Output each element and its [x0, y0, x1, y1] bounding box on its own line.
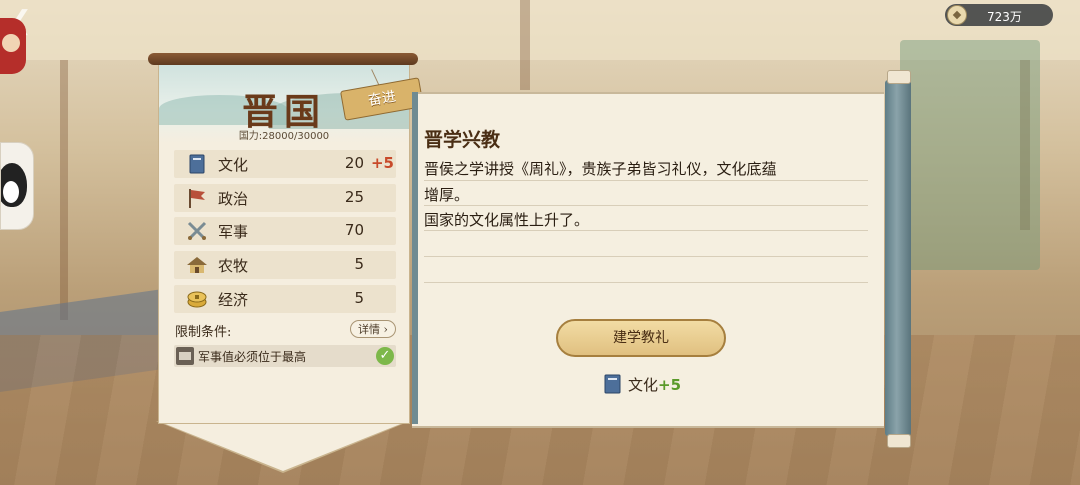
scroll-roller — [885, 80, 911, 436]
condition-text: 军事值必须位于最高 — [198, 350, 307, 364]
book-icon — [604, 374, 621, 394]
barracks-icon — [176, 347, 194, 365]
book-icon — [189, 154, 205, 174]
stat-value: 20 — [344, 154, 364, 172]
crossed-swords-icon — [187, 221, 207, 241]
scroll-roller-cap-bottom — [887, 434, 911, 448]
check-icon: ✓ — [376, 347, 394, 365]
currency-amount: 723万 — [987, 10, 1022, 24]
event-title: 晋学兴教 — [424, 129, 501, 151]
event-text-line: 增厚。 — [424, 186, 470, 204]
build-school-button[interactable]: 建学教礼 — [556, 319, 726, 357]
scroll-roller-cap-top — [887, 70, 911, 84]
stat-value: 5 — [354, 289, 364, 307]
card-rod — [148, 53, 418, 65]
stat-label: 文化 — [218, 156, 249, 174]
details-button[interactable]: 详情 › — [350, 320, 396, 338]
stat-label: 政治 — [218, 190, 249, 208]
stat-value: 5 — [354, 255, 364, 273]
stat-row-agriculture: 农牧 5 — [174, 251, 396, 279]
stat-value: 25 — [344, 188, 364, 206]
scroll-edge — [412, 92, 418, 424]
stat-row-economy: 经济 5 — [174, 285, 396, 313]
stat-label: 军事 — [218, 223, 249, 241]
stat-value: 70 — [344, 221, 364, 239]
coins-icon — [187, 291, 207, 308]
coin-icon — [947, 5, 967, 25]
reward-value: +5 — [658, 376, 682, 394]
stat-row-politics: 政治 25 — [174, 184, 396, 212]
stat-label: 农牧 — [218, 257, 249, 275]
stat-row-military: 军事 70 — [174, 217, 396, 245]
farmhouse-icon — [187, 257, 207, 273]
reward-label: 文化 — [628, 376, 659, 394]
event-text-line: 国家的文化属性上升了。 — [424, 211, 590, 229]
conditions-title: 限制条件: — [175, 325, 232, 340]
national-power: 国力:28000/30000 — [238, 131, 330, 142]
stat-bonus: +5 — [370, 154, 394, 172]
reward-text: 文化+5 — [628, 374, 681, 395]
penguin-avatar[interactable] — [0, 142, 34, 230]
currency-display: 723万 — [945, 4, 1053, 26]
stat-row-culture: 文化 20 +5 — [174, 150, 396, 178]
condition-item: 军事值必须位于最高 ✓ — [174, 345, 396, 367]
details-label: 详情 — [358, 323, 381, 336]
flag-icon — [189, 189, 205, 208]
stat-label: 经济 — [218, 291, 249, 309]
card-tail — [158, 421, 408, 471]
event-text-line: 晋侯之学讲授《周礼》，贵族子弟皆习礼仪，文化底蕴 — [424, 160, 777, 178]
player-avatar[interactable] — [0, 18, 26, 74]
